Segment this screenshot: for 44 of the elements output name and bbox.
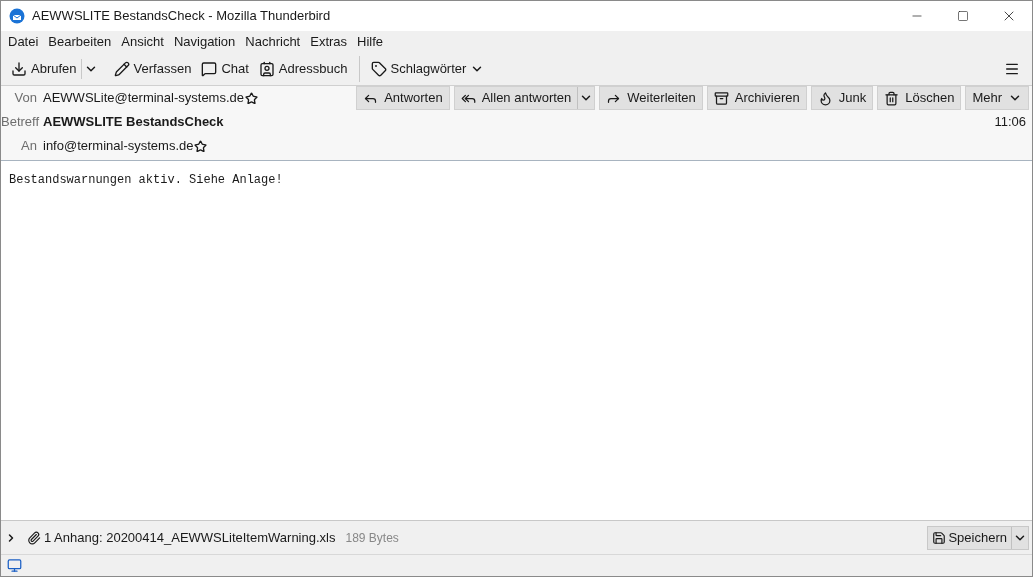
action-button[interactable]: Weiterleiten [600,87,702,109]
message-time: 11:06 [994,113,1027,132]
trash-icon [884,90,900,106]
tag-icon [370,60,387,77]
flame-icon [817,90,833,106]
menu-item[interactable]: Extras [305,31,353,52]
menu-item[interactable]: Navigation [168,31,241,52]
menu-item[interactable]: Hilfe [352,31,389,52]
app-logo-icon [9,8,25,24]
header-label: Von [13,89,38,108]
star-icon[interactable] [245,91,259,105]
chat-bubble-icon [201,60,218,77]
menu-item[interactable]: Bearbeiten [43,31,117,52]
email-address[interactable]: AEWWSLite@terminal-systems.de [43,88,245,108]
network-status-icon[interactable] [7,558,22,573]
menu-item[interactable]: Datei [3,31,44,52]
toolbar-button[interactable]: Verfassen [109,55,196,82]
toolbar-button[interactable]: Chat [197,55,253,82]
star-icon[interactable] [194,139,208,153]
menu-item[interactable]: Nachricht [240,31,306,52]
email-address[interactable]: info@terminal-systems.de [43,136,194,156]
window-title: AEWWSLITE BestandsCheck - Mozilla Thunderbird [32,7,331,26]
action-button[interactable]: Antworten [357,87,449,109]
attachment-size: 189 Bytes [345,529,399,547]
archive-box-icon [713,90,729,106]
subject-text: AEWWSLITE BestandsCheck [43,113,224,132]
download-icon [11,60,27,77]
action-button[interactable]: Löschen [878,87,961,109]
menu-item[interactable]: Ansicht [116,31,169,52]
toolbar-button[interactable]: Schlagwörter [366,55,489,82]
paperclip-icon [27,530,41,545]
header-label: Betreff [1,113,41,132]
action-button[interactable]: Archivieren [707,87,806,109]
save-icon [932,530,947,545]
action-button[interactable]: Mehr [966,87,1028,109]
person-icon [258,60,275,77]
header-label: An [20,137,38,156]
toolbar-button[interactable]: Abrufen [7,55,81,82]
toolbar-button[interactable]: Adressbuch [254,55,352,82]
pencil-icon [113,60,130,77]
message-body: Bestandswarnungen aktiv. Siehe Anlage! [9,172,284,189]
maximize-icon [957,10,969,22]
action-button[interactable]: Junk [811,87,873,109]
attachment-summary[interactable]: 1 Anhang: 20200414_AEWWSLiteItemWarning.xls [44,527,336,548]
